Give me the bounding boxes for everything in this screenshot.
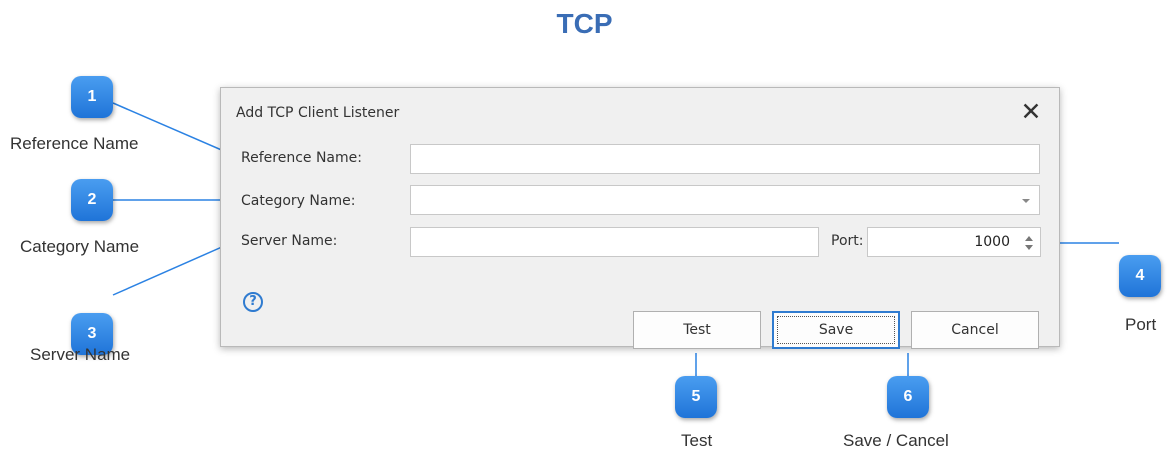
help-icon[interactable]: ? [243, 292, 263, 312]
add-tcp-client-listener-dialog: Add TCP Client Listener ✕ Reference Name… [220, 87, 1060, 349]
category-name-combobox[interactable] [410, 185, 1040, 215]
callout-badge-1: 1 [71, 76, 113, 118]
callout-label-port: Port [1125, 315, 1157, 334]
port-label: Port: [831, 233, 864, 249]
chevron-down-icon[interactable] [1022, 199, 1030, 203]
port-spinner[interactable]: 1000 [867, 227, 1041, 257]
callout-label-test: Test [681, 431, 713, 450]
save-button[interactable]: Save [772, 311, 900, 349]
callout-label-reference-name: Reference Name [10, 134, 139, 153]
callout-label-server-name: Server Name [30, 345, 131, 364]
page-title: TCP [556, 8, 613, 39]
spin-down-icon[interactable] [1025, 245, 1033, 250]
server-name-label: Server Name: [241, 233, 338, 249]
reference-name-label: Reference Name: [241, 150, 362, 166]
port-value: 1000 [974, 234, 1010, 250]
cancel-button[interactable]: Cancel [911, 311, 1039, 349]
callout-badge-5: 5 [675, 376, 717, 418]
callout-badge-4: 4 [1119, 255, 1161, 297]
reference-name-input[interactable] [410, 144, 1040, 174]
callout-label-category-name: Category Name [20, 237, 140, 256]
dialog-title: Add TCP Client Listener [236, 105, 400, 121]
spin-up-icon[interactable] [1025, 236, 1033, 241]
callout-badge-6: 6 [887, 376, 929, 418]
callout-label-save-cancel: Save / Cancel [843, 431, 949, 450]
category-name-label: Category Name: [241, 193, 356, 209]
test-button[interactable]: Test [633, 311, 761, 349]
callout-badge-2: 2 [71, 179, 113, 221]
save-button-label: Save [818, 322, 854, 338]
server-name-input[interactable] [410, 227, 819, 257]
close-icon[interactable]: ✕ [1017, 98, 1045, 126]
